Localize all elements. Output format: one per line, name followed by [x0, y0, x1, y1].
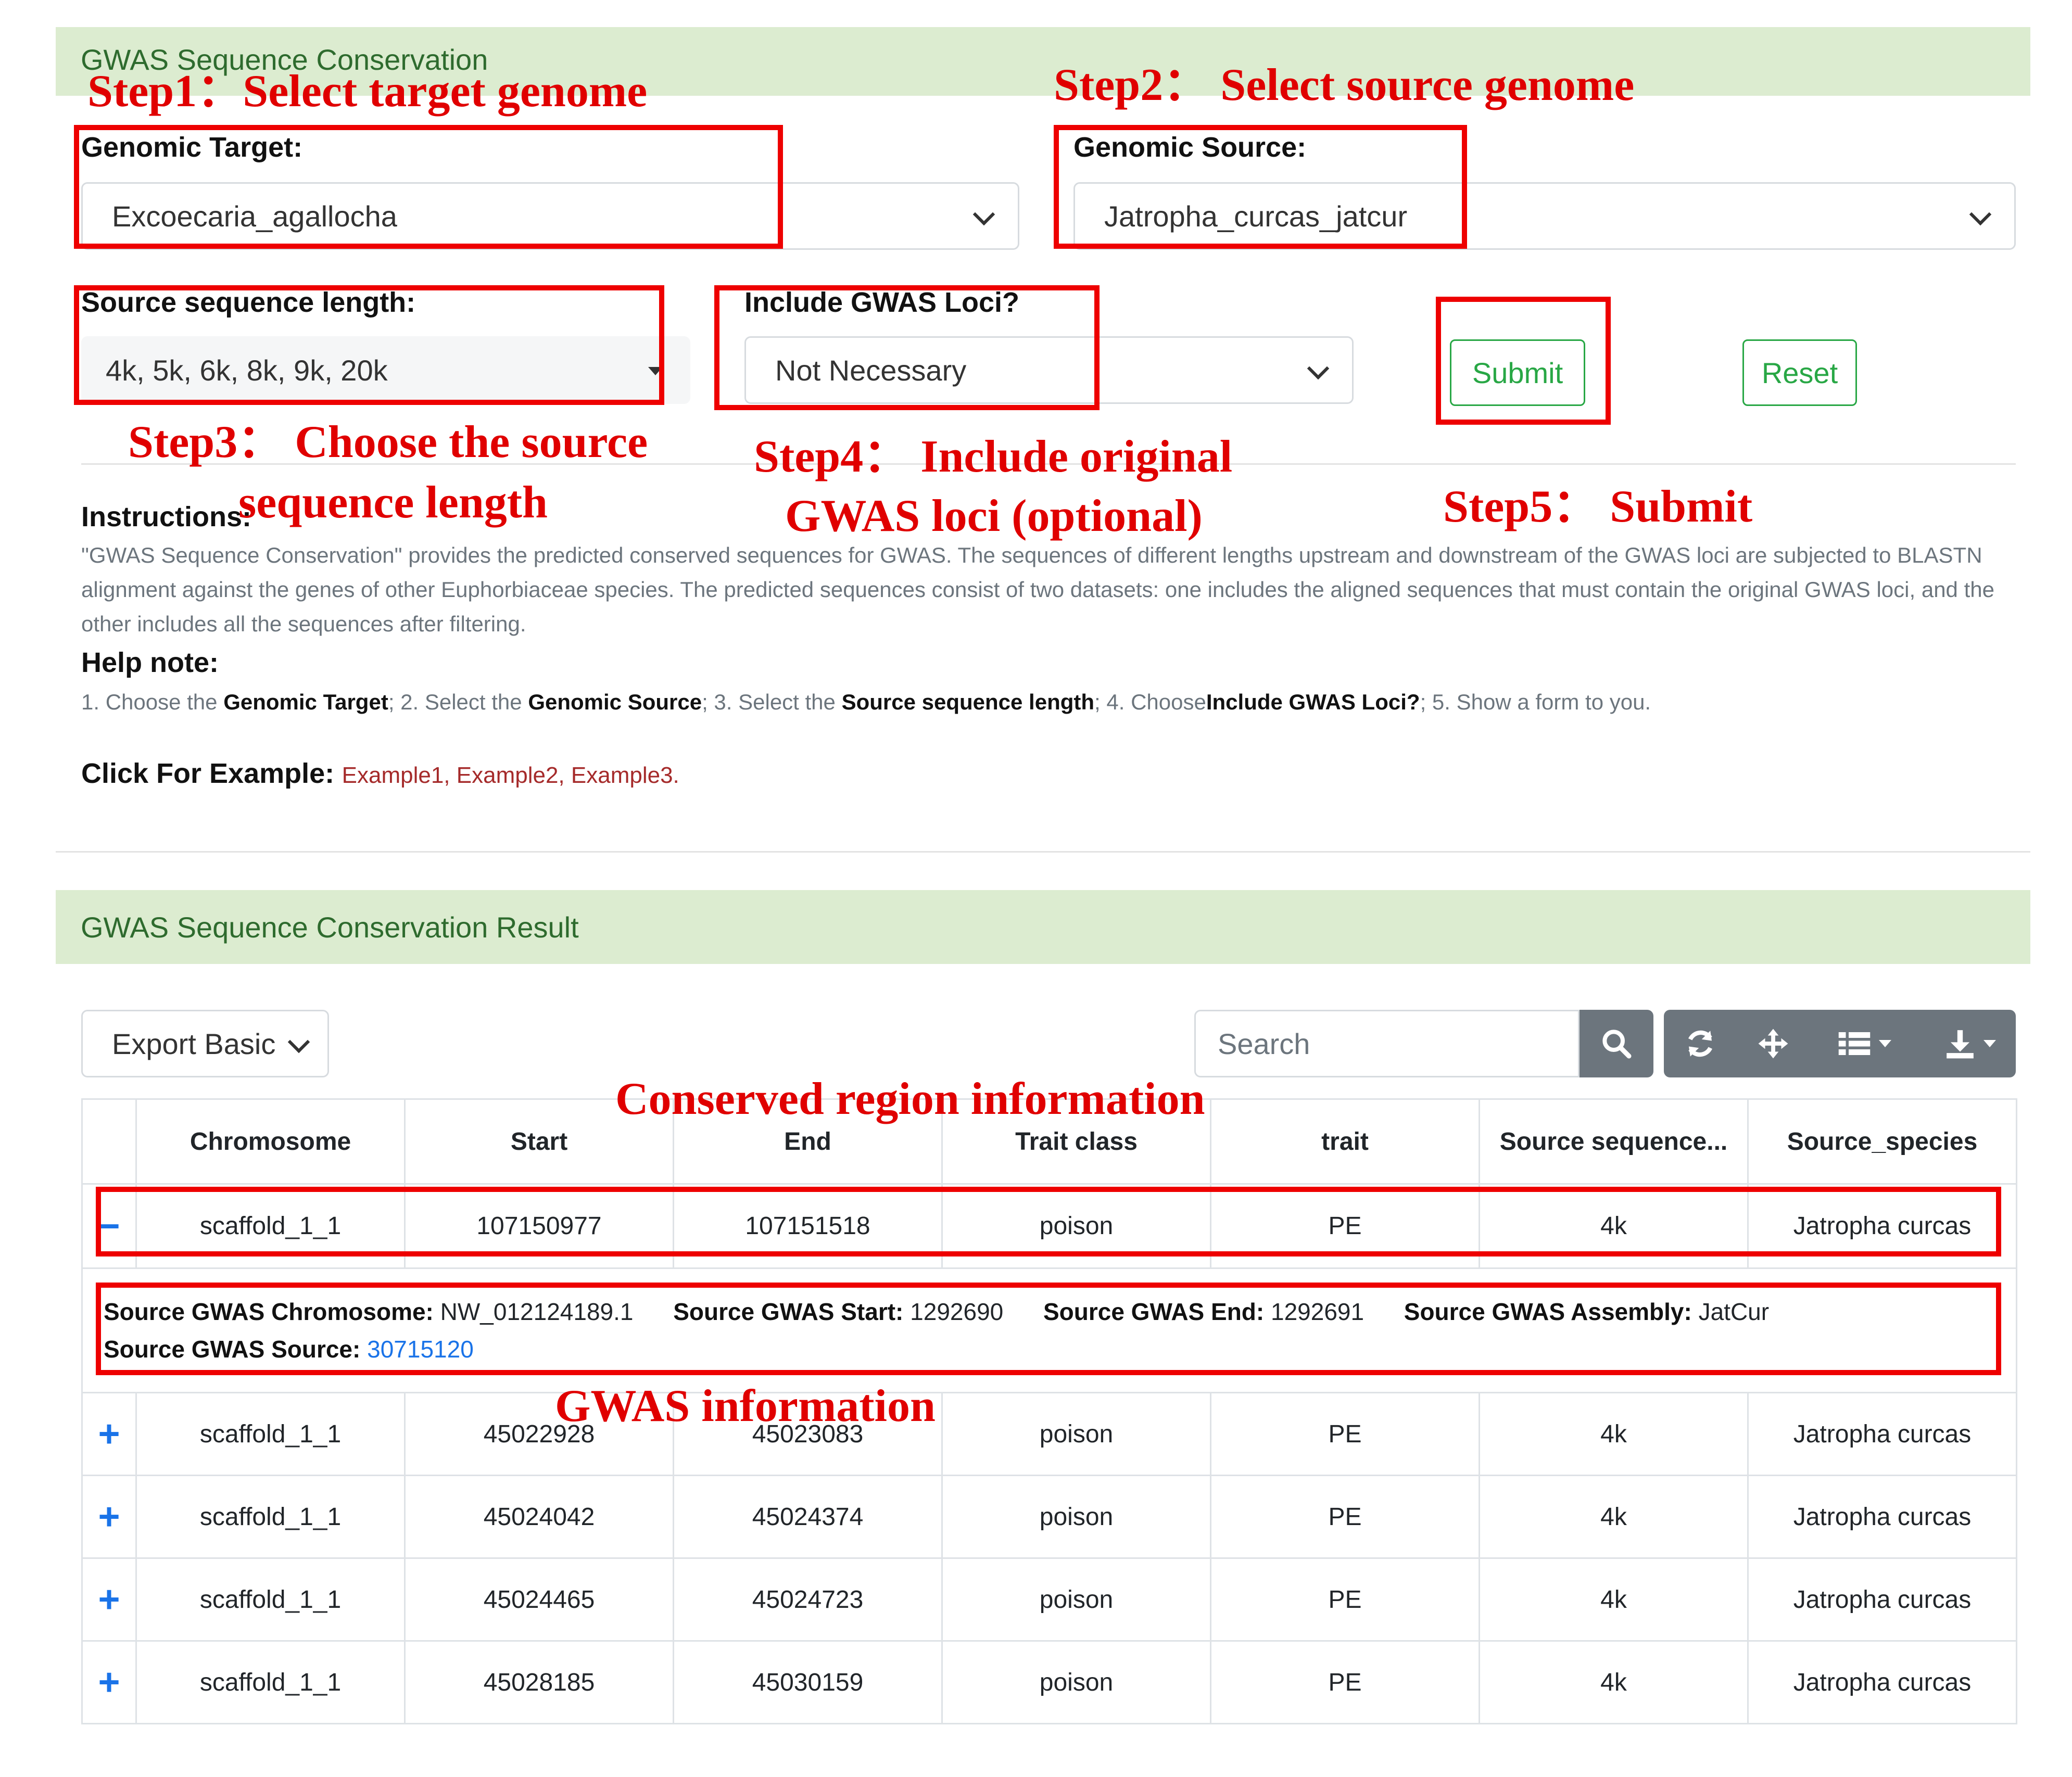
cell-chromosome: scaffold_1_1 [135, 1557, 406, 1642]
step3-highlight-box [74, 285, 664, 405]
cell-trait-class: poison [941, 1475, 1211, 1559]
step4-annotation-line2: GWAS loci (optional) [785, 491, 1203, 541]
cell-trait-class: poison [941, 1392, 1211, 1476]
cell-source-species: Jatropha curcas [1747, 1392, 2017, 1476]
chevron-down-icon [1969, 203, 1992, 226]
help-heading: Help note: [81, 647, 219, 678]
search-icon [1602, 1030, 1632, 1059]
instructions-text: "GWAS Sequence Conservation" provides th… [81, 543, 1994, 636]
step4-highlight-box [714, 285, 1100, 410]
cell-end: 45024374 [673, 1475, 943, 1559]
cell-source-sequence: 4k [1479, 1475, 1749, 1559]
plus-icon: + [98, 1661, 120, 1703]
cell-source-species: Jatropha curcas [1747, 1640, 2017, 1724]
caret-down-icon [1983, 1040, 1996, 1047]
expand-toggle[interactable]: + [81, 1640, 137, 1724]
help-text: 1. Choose the Genomic Target; 2. Select … [81, 690, 1651, 714]
columns-button[interactable] [1815, 1010, 1914, 1077]
cell-source-species: Jatropha curcas [1747, 1475, 2017, 1559]
download-icon [1947, 1030, 1974, 1059]
example3-link[interactable]: Example3 [571, 763, 673, 788]
step4-annotation-line1: Step4： Include original [754, 431, 1233, 482]
caret-down-icon [1879, 1040, 1891, 1047]
step2-highlight-box [1054, 125, 1467, 249]
conserved-region-box [96, 1187, 2001, 1256]
move-icon [1758, 1029, 1788, 1059]
examples-line: Click For Example: Example1, Example2, E… [81, 758, 679, 789]
header-toggle [81, 1098, 137, 1185]
move-button[interactable] [1737, 1010, 1810, 1077]
cell-source-sequence: 4k [1479, 1640, 1749, 1724]
plus-icon: + [98, 1579, 120, 1620]
step5-annotation: Step5： Submit [1443, 481, 1753, 532]
header-source-sequence[interactable]: Source sequence... [1479, 1098, 1749, 1185]
cell-trait: PE [1210, 1475, 1480, 1559]
refresh-button[interactable] [1664, 1010, 1737, 1077]
expand-toggle[interactable]: + [81, 1557, 137, 1642]
instructions-heading: Instructions: [81, 501, 252, 532]
result-panel-title: GWAS Sequence Conservation Result [81, 910, 579, 944]
table-row: + scaffold_1_1 45022928 45023083 poison … [81, 1392, 2017, 1476]
cell-source-sequence: 4k [1479, 1392, 1749, 1476]
table-row: + scaffold_1_1 45024042 45024374 poison … [81, 1475, 2017, 1559]
chevron-down-icon [1307, 357, 1330, 380]
search-button[interactable] [1580, 1010, 1653, 1077]
refresh-icon [1688, 1030, 1712, 1057]
cell-chromosome: scaffold_1_1 [135, 1475, 406, 1559]
step3-annotation-line1: Step3： Choose the source [128, 417, 648, 467]
section-divider [56, 851, 2030, 853]
cell-trait: PE [1210, 1392, 1480, 1476]
expand-toggle[interactable]: + [81, 1392, 137, 1476]
expand-toggle[interactable]: + [81, 1475, 137, 1559]
plus-icon: + [98, 1496, 120, 1538]
cell-end: 45030159 [673, 1640, 943, 1724]
result-panel-header: GWAS Sequence Conservation Result [56, 890, 2030, 964]
chevron-down-icon [287, 1031, 310, 1053]
step1-highlight-box [74, 125, 783, 249]
export-dropdown-button[interactable] [1924, 1010, 2016, 1077]
example2-link[interactable]: Example2 [457, 763, 559, 788]
gwas-info-annotation: GWAS information [555, 1381, 936, 1431]
cell-start: 45024465 [404, 1557, 674, 1642]
search-placeholder: Search [1218, 1027, 1310, 1060]
cell-chromosome: scaffold_1_1 [135, 1392, 406, 1476]
table-row: + scaffold_1_1 45028185 45030159 poison … [81, 1640, 2017, 1724]
help-target: Genomic Target [223, 690, 388, 714]
examples-label: Click For Example: [81, 758, 335, 789]
table-row: + scaffold_1_1 45024465 45024723 poison … [81, 1557, 2017, 1642]
step2-annotation: Step2： Select source genome [1054, 60, 1635, 110]
header-source-species[interactable]: Source_species [1747, 1098, 2017, 1185]
plus-icon: + [98, 1413, 120, 1455]
cell-trait: PE [1210, 1640, 1480, 1724]
export-value: Export Basic [112, 1027, 276, 1060]
example1-link[interactable]: Example1 [342, 763, 444, 788]
cell-source-species: Jatropha curcas [1747, 1557, 2017, 1642]
chevron-down-icon [972, 203, 995, 226]
reset-button[interactable]: Reset [1742, 339, 1857, 406]
columns-icon [1838, 1032, 1871, 1055]
cell-trait-class: poison [941, 1557, 1211, 1642]
export-select[interactable]: Export Basic [81, 1010, 329, 1077]
cell-trait: PE [1210, 1557, 1480, 1642]
conserved-region-annotation: Conserved region information [615, 1074, 1205, 1124]
cell-chromosome: scaffold_1_1 [135, 1640, 406, 1724]
header-chromosome[interactable]: Chromosome [135, 1098, 406, 1185]
gwas-info-box [96, 1283, 2001, 1375]
cell-end: 45024723 [673, 1557, 943, 1642]
toolbar-group [1664, 1010, 2016, 1077]
header-trait[interactable]: trait [1210, 1098, 1480, 1185]
cell-source-sequence: 4k [1479, 1557, 1749, 1642]
cell-start: 45024042 [404, 1475, 674, 1559]
help-source: Genomic Source [528, 690, 702, 714]
step1-annotation: Step1：Select target genome [87, 66, 648, 117]
cell-start: 45028185 [404, 1640, 674, 1724]
help-loci: Include GWAS Loci? [1206, 690, 1420, 714]
step3-annotation-line2: sequence length [238, 477, 548, 528]
cell-trait-class: poison [941, 1640, 1211, 1724]
search-input[interactable]: Search [1194, 1010, 1580, 1077]
step5-highlight-box [1436, 297, 1611, 425]
help-length: Source sequence length [841, 690, 1095, 714]
